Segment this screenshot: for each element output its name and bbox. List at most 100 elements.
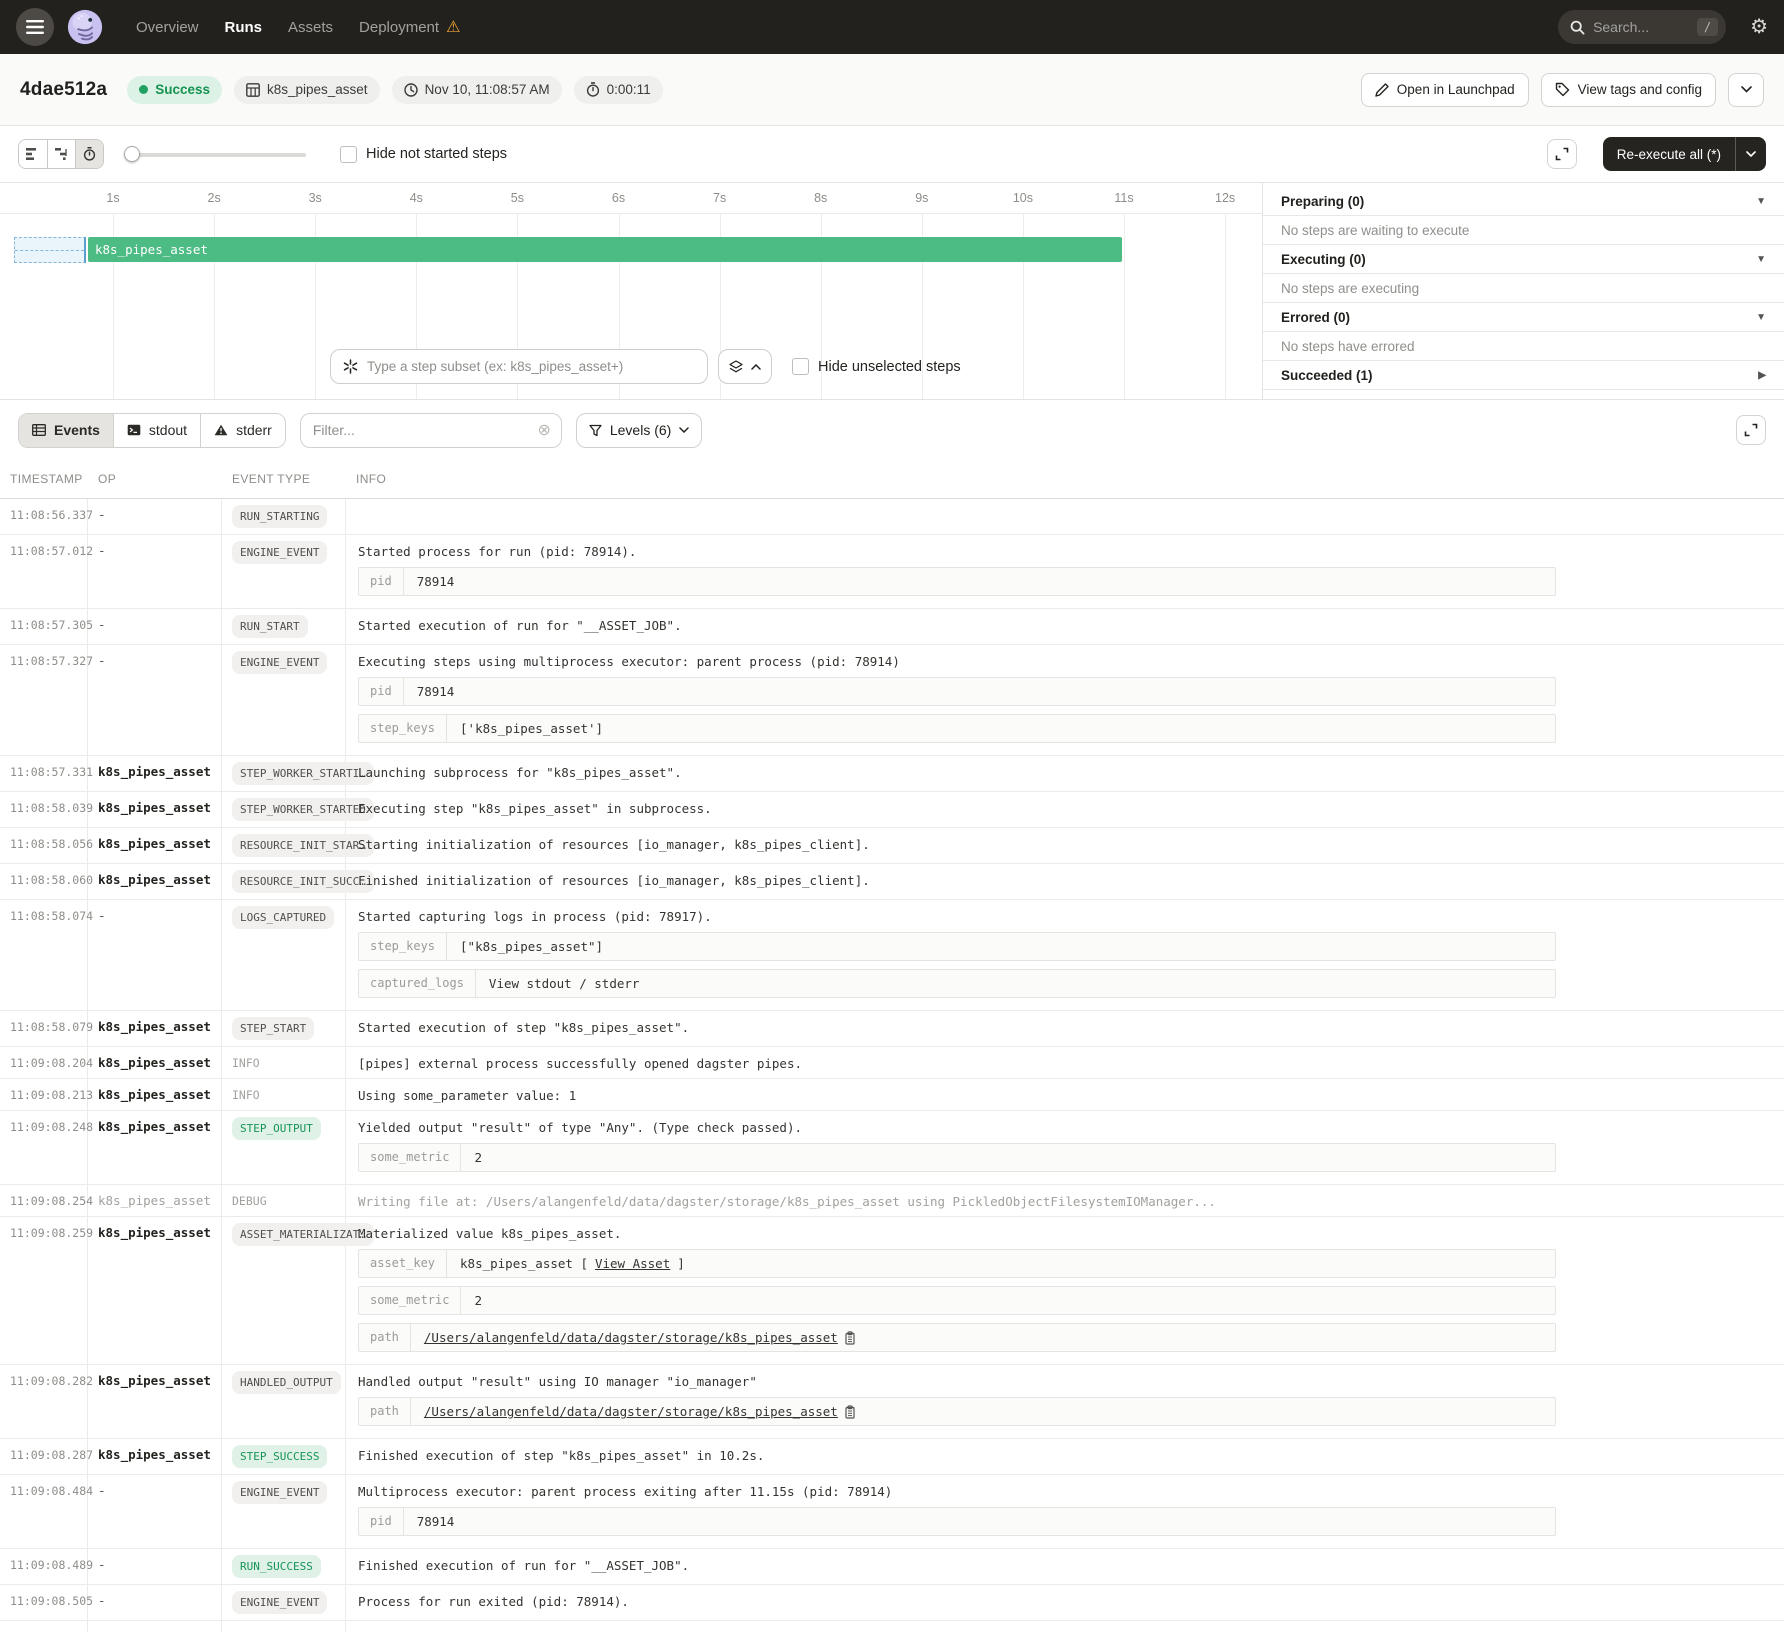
- log-filter-placeholder: Filter...: [313, 422, 538, 438]
- event-row: 11:08:58.079k8s_pipes_assetSTEP_STARTSta…: [0, 1011, 1784, 1047]
- panel-section-succeeded[interactable]: Succeeded (1) ▶: [1263, 361, 1784, 390]
- timeline-tick-label: 10s: [1013, 191, 1033, 205]
- run-start-time-pill: Nov 10, 11:08:57 AM: [392, 76, 562, 104]
- event-row: 11:09:08.489-RUN_SUCCESSFinished executi…: [0, 1549, 1784, 1585]
- clear-filter-icon[interactable]: ⊗: [537, 420, 550, 440]
- run-header: 4dae512a Success k8s_pipes_asset Nov 10,…: [0, 54, 1784, 126]
- copy-icon[interactable]: [845, 1405, 857, 1419]
- event-timestamp: 11:08:57.012: [0, 535, 88, 608]
- event-info: Process for run exited (pid: 78914).: [346, 1585, 1784, 1620]
- event-row: 11:09:08.254k8s_pipes_assetDEBUGWriting …: [0, 1185, 1784, 1217]
- timeline-tick-label: 6s: [612, 191, 625, 205]
- run-id: 4dae512a: [20, 79, 107, 101]
- copy-icon[interactable]: [845, 1331, 857, 1345]
- nav-item-overview[interactable]: Overview: [136, 19, 199, 36]
- view-flat-button[interactable]: [19, 140, 47, 168]
- gantt-bar[interactable]: k8s_pipes_asset: [88, 237, 1122, 262]
- panel-section-executing[interactable]: Executing (0)▼: [1263, 245, 1784, 274]
- gantt-bar-label: k8s_pipes_asset: [95, 242, 208, 257]
- hamburger-menu-button[interactable]: [16, 8, 54, 46]
- nav-links: Overview Runs Assets Deployment⚠: [136, 17, 460, 37]
- event-op: -: [88, 535, 222, 608]
- event-message: Yielded output "result" of type "Any". (…: [358, 1120, 1776, 1135]
- hide-unselected-checkbox[interactable]: [792, 358, 809, 375]
- nav-item-label: Assets: [288, 19, 333, 36]
- run-header-more-button[interactable]: [1728, 73, 1764, 107]
- open-in-launchpad-button[interactable]: Open in Launchpad: [1361, 73, 1529, 107]
- event-info: Finished initialization of resources [io…: [346, 864, 1784, 899]
- panel-section-empty-message: No steps have errored: [1263, 332, 1784, 361]
- view-waterfall-button[interactable]: [47, 140, 75, 168]
- nav-item-assets[interactable]: Assets: [288, 19, 333, 36]
- panel-section-errored[interactable]: Errored (0)▼: [1263, 303, 1784, 332]
- timeline-tick-label: 1s: [106, 191, 119, 205]
- job-name-pill[interactable]: k8s_pipes_asset: [234, 76, 380, 104]
- search-icon: [1570, 20, 1585, 35]
- slider-track: [124, 153, 306, 157]
- metadata-link[interactable]: /Users/alangenfeld/data/dagster/storage/…: [424, 1330, 838, 1345]
- events-fullscreen-button[interactable]: [1736, 415, 1766, 445]
- status-dot-icon: [139, 85, 148, 94]
- hide-not-started-checkbox-row[interactable]: Hide not started steps: [340, 146, 507, 163]
- levels-dropdown[interactable]: Levels (6): [576, 413, 702, 448]
- panel-section-title: Succeeded (1): [1281, 368, 1373, 383]
- event-type-badge: RUN_START: [232, 615, 308, 638]
- metadata-entry: step_keys["k8s_pipes_asset"]: [358, 932, 1556, 961]
- tab-events[interactable]: Events: [19, 414, 113, 447]
- run-duration-pill: 0:00:11: [574, 76, 663, 104]
- event-op: k8s_pipes_asset: [88, 1439, 222, 1474]
- event-type-text: INFO: [232, 1053, 260, 1070]
- panel-section-preparing[interactable]: Preparing (0)▼: [1263, 187, 1784, 216]
- nav-item-deployment[interactable]: Deployment⚠: [359, 17, 460, 37]
- event-type: ENGINE_EVENT: [222, 645, 346, 755]
- log-filter-input[interactable]: Filter... ⊗: [300, 413, 562, 448]
- hide-unselected-checkbox-row[interactable]: Hide unselected steps: [792, 358, 961, 375]
- gantt-zoom-slider[interactable]: [124, 146, 306, 162]
- waterfall-icon: [55, 148, 69, 160]
- metadata-value-text: 78914: [417, 574, 455, 589]
- graph-query-toggle-button[interactable]: [718, 349, 772, 384]
- event-type: RUN_STARTING: [222, 499, 346, 534]
- nav-item-runs[interactable]: Runs: [225, 19, 263, 36]
- event-timestamp: 11:09:08.484: [0, 1475, 88, 1548]
- step-subset-placeholder: Type a step subset (ex: k8s_pipes_asset+…: [367, 359, 623, 374]
- slider-knob[interactable]: [124, 146, 140, 162]
- event-row: 11:08:57.331k8s_pipes_assetSTEP_WORKER_S…: [0, 756, 1784, 792]
- search-input[interactable]: Search... /: [1558, 10, 1726, 44]
- event-message: Materialized value k8s_pipes_asset.: [358, 1226, 1776, 1241]
- metadata-link[interactable]: /Users/alangenfeld/data/dagster/storage/…: [424, 1404, 838, 1419]
- timeline-tick-label: 5s: [511, 191, 524, 205]
- top-nav: Overview Runs Assets Deployment⚠ Search... …: [0, 0, 1784, 54]
- metadata-value-text: 2: [474, 1293, 482, 1308]
- metadata-key: step_keys: [359, 715, 447, 742]
- reexecute-options-caret[interactable]: [1735, 137, 1766, 171]
- event-message: Started capturing logs in process (pid: …: [358, 909, 1776, 924]
- hide-not-started-checkbox[interactable]: [340, 146, 357, 163]
- chevron-right-icon: ▶: [1758, 370, 1766, 381]
- event-timestamp: 11:09:08.204: [0, 1047, 88, 1078]
- reexecute-all-button[interactable]: Re-execute all (*): [1603, 137, 1766, 171]
- gantt-fullscreen-button[interactable]: [1547, 139, 1577, 169]
- metadata-value: 78914: [404, 568, 468, 595]
- view-tags-config-button[interactable]: View tags and config: [1541, 73, 1716, 107]
- event-type-badge: HANDLED_OUTPUT: [232, 1371, 341, 1394]
- event-info: Multiprocess executor: parent process ex…: [346, 1475, 1784, 1548]
- metadata-link[interactable]: View Asset: [595, 1256, 670, 1271]
- view-timed-button[interactable]: [75, 140, 103, 168]
- panel-section-empty-message: No steps are waiting to execute: [1263, 216, 1784, 245]
- panel-section-title: Errored (0): [1281, 310, 1350, 325]
- metadata-entry: some_metric2: [358, 1286, 1556, 1315]
- dagster-logo[interactable]: [66, 8, 104, 46]
- step-subset-input[interactable]: Type a step subset (ex: k8s_pipes_asset+…: [330, 349, 708, 384]
- event-timestamp: 11:09:08.248: [0, 1111, 88, 1184]
- chevron-up-icon: [751, 364, 761, 370]
- column-header-timestamp: TIMESTAMP: [0, 472, 88, 486]
- event-type: RUN_START: [222, 609, 346, 644]
- tab-stderr[interactable]: stderr: [200, 414, 285, 447]
- event-message: [pipes] external process successfully op…: [358, 1056, 1776, 1071]
- settings-gear-icon[interactable]: ⚙: [1750, 17, 1768, 37]
- tab-stdout[interactable]: stdout: [113, 414, 200, 447]
- event-message: Finished execution of step "k8s_pipes_as…: [358, 1448, 1776, 1463]
- event-timestamp: 11:09:08.489: [0, 1549, 88, 1584]
- chevron-down-icon: [679, 427, 689, 433]
